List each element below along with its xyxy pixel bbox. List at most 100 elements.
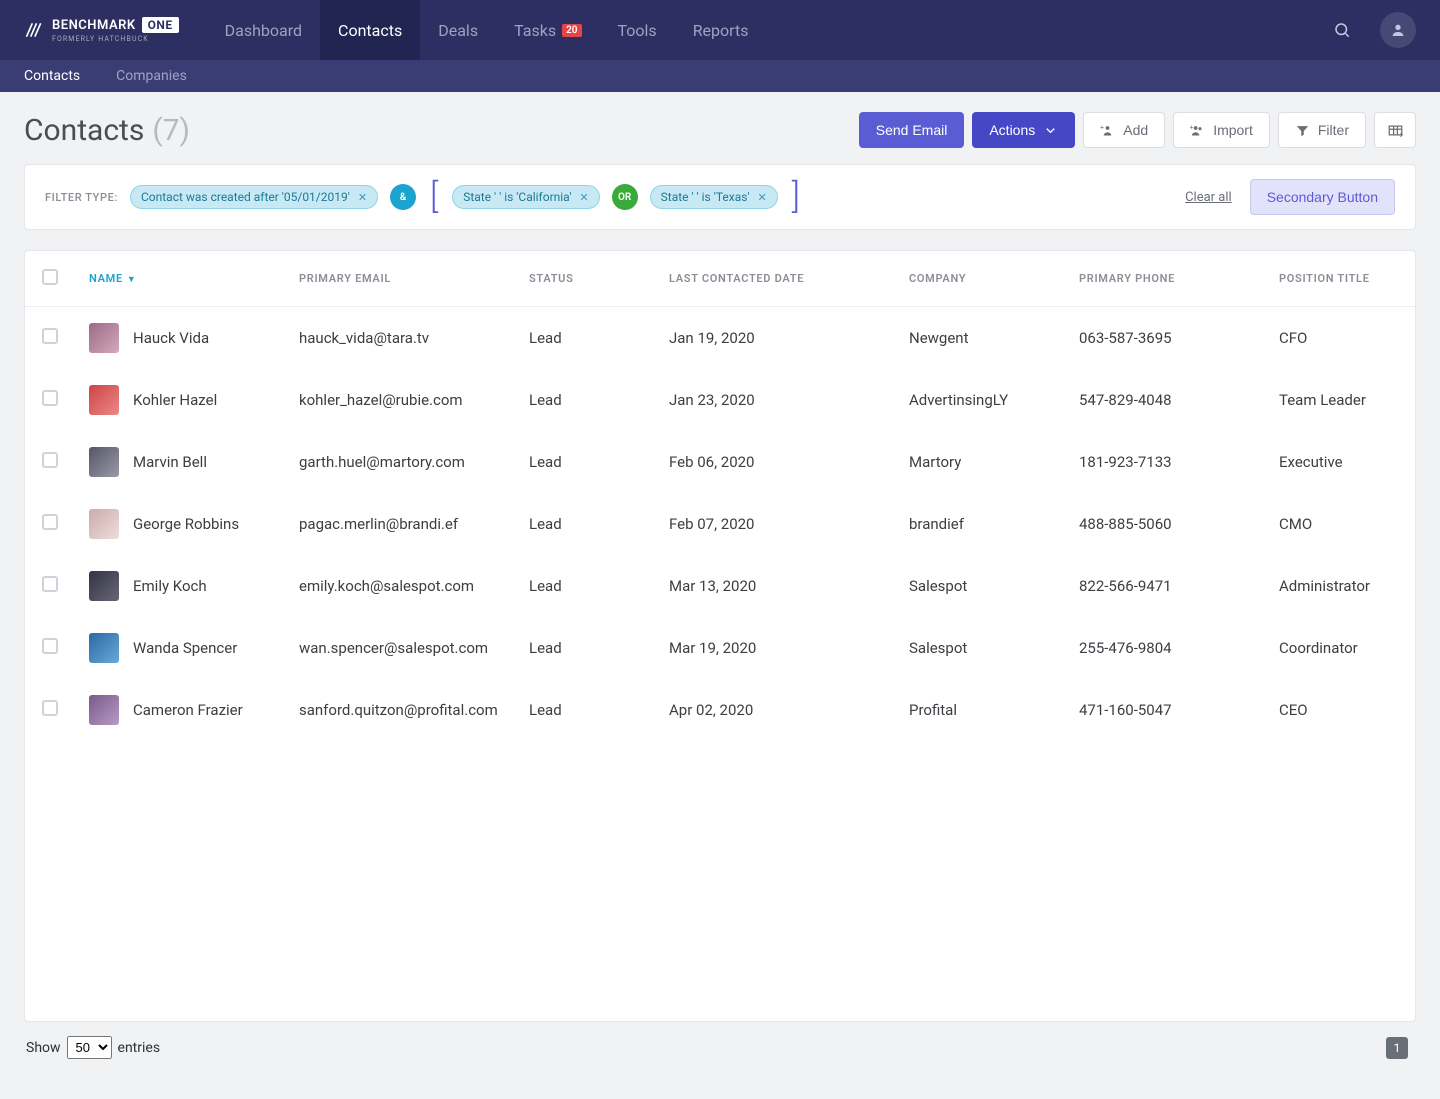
page-count: (7) (152, 113, 190, 148)
contact-email: pagac.merlin@brandi.ef (285, 493, 515, 555)
select-all-checkbox[interactable] (42, 269, 58, 285)
contact-status: Lead (515, 617, 655, 679)
table-row[interactable]: Wanda Spencerwan.spencer@salespot.comLea… (25, 617, 1415, 679)
contact-email: garth.huel@martory.com (285, 431, 515, 493)
filter-chip-label: State ' ' is 'Texas' (661, 190, 750, 204)
page-header: Contacts (7) Send Email Actions + Add + … (24, 112, 1416, 148)
brand-tagline: FORMERLY HATCHBUCK (52, 35, 179, 43)
table-row[interactable]: Marvin Bellgarth.huel@martory.comLeadFeb… (25, 431, 1415, 493)
close-icon[interactable]: ✕ (579, 191, 588, 204)
nav-items: DashboardContactsDealsTasks20ToolsReport… (207, 0, 767, 60)
brand-logo[interactable]: BENCHMARK ONE FORMERLY HATCHBUCK (24, 17, 179, 43)
table-row[interactable]: Cameron Frazier sanford.quitzon@profital.… (25, 679, 1415, 741)
page-size-select[interactable]: 50 (67, 1036, 112, 1059)
filter-chip-label: Contact was created after '05/01/2019' (141, 190, 350, 204)
avatar (89, 633, 119, 663)
add-button[interactable]: + Add (1083, 112, 1165, 148)
row-checkbox[interactable] (42, 390, 58, 406)
search-icon[interactable] (1324, 12, 1360, 48)
import-people-icon: + (1190, 123, 1205, 138)
contact-position: CFO (1265, 307, 1415, 370)
contact-name: George Robbins (133, 515, 239, 533)
contact-phone: 822-566-9471 (1065, 555, 1265, 617)
contact-company: Profital (895, 679, 1065, 741)
nav-item-deals[interactable]: Deals (420, 0, 496, 60)
contact-company: Newgent (895, 307, 1065, 370)
operator-or[interactable]: OR (612, 184, 638, 210)
columns-button[interactable] (1374, 112, 1416, 148)
column-header-status[interactable]: STATUS (515, 251, 655, 307)
nav-item-contacts[interactable]: Contacts (320, 0, 420, 60)
contact-company: Salespot (895, 555, 1065, 617)
brand-name: BENCHMARK (52, 18, 136, 33)
contact-status: Lead (515, 307, 655, 370)
contact-position: CEO (1265, 679, 1415, 741)
column-header-name[interactable]: NAME▼ (75, 251, 285, 307)
contact-name: Hauck Vida (133, 329, 209, 347)
filter-chip-state-ca[interactable]: State ' ' is 'California' ✕ (452, 185, 599, 209)
top-nav: BENCHMARK ONE FORMERLY HATCHBUCK Dashboa… (0, 0, 1440, 60)
row-checkbox[interactable] (42, 576, 58, 592)
nav-item-dashboard[interactable]: Dashboard (207, 0, 320, 60)
table-footer: Show 50 entries 1 (24, 1022, 1416, 1079)
show-label: Show (26, 1040, 61, 1056)
row-checkbox[interactable] (42, 638, 58, 654)
nav-item-tasks[interactable]: Tasks20 (496, 0, 599, 60)
column-header-phone[interactable]: PRIMARY PHONE (1065, 251, 1265, 307)
contact-phone: 547-829-4048 (1065, 369, 1265, 431)
filter-chip-created[interactable]: Contact was created after '05/01/2019' ✕ (130, 185, 378, 209)
table-row[interactable]: Kohler Hazelkohler_hazel@rubie.comLeadJa… (25, 369, 1415, 431)
contact-email: sanford.quitzon@profital.com (285, 679, 515, 741)
operator-and[interactable]: & (390, 184, 416, 210)
nav-badge: 20 (562, 24, 581, 37)
column-header-last-contacted[interactable]: LAST CONTACTED DATE (655, 251, 895, 307)
row-checkbox[interactable] (42, 452, 58, 468)
contacts-table: NAME▼ PRIMARY EMAIL STATUS LAST CONTACTE… (24, 250, 1416, 1022)
add-person-icon: + (1100, 123, 1115, 138)
nav-item-tools[interactable]: Tools (600, 0, 675, 60)
actions-dropdown-button[interactable]: Actions (972, 112, 1075, 148)
contact-last-date: Feb 06, 2020 (655, 431, 895, 493)
nav-item-reports[interactable]: Reports (675, 0, 767, 60)
filter-button[interactable]: Filter (1278, 112, 1366, 148)
contact-company: AdvertinsingLY (895, 369, 1065, 431)
close-icon[interactable]: ✕ (358, 191, 367, 204)
contact-phone: 255-476-9804 (1065, 617, 1265, 679)
row-checkbox[interactable] (42, 514, 58, 530)
entries-label: entries (118, 1040, 161, 1056)
sub-nav: Contacts Companies (0, 60, 1440, 92)
user-menu-icon[interactable] (1380, 12, 1416, 48)
secondary-button[interactable]: Secondary Button (1250, 179, 1395, 215)
contact-company: Salespot (895, 617, 1065, 679)
table-row[interactable]: Emily Kochemily.koch@salespot.comLeadMar… (25, 555, 1415, 617)
contact-status: Lead (515, 493, 655, 555)
contact-email: hauck_vida@tara.tv (285, 307, 515, 370)
table-columns-icon (1388, 123, 1403, 138)
contact-status: Lead (515, 369, 655, 431)
page-number[interactable]: 1 (1386, 1037, 1408, 1059)
subnav-item-contacts[interactable]: Contacts (24, 68, 80, 84)
contact-position: Coordinator (1265, 617, 1415, 679)
filter-chip-state-tx[interactable]: State ' ' is 'Texas' ✕ (650, 185, 778, 209)
close-icon[interactable]: ✕ (758, 191, 767, 204)
page-title: Contacts (24, 113, 144, 148)
contact-name: Cameron Frazier (133, 701, 243, 719)
column-header-email[interactable]: PRIMARY EMAIL (285, 251, 515, 307)
table-row[interactable]: Hauck Vidahauck_vida@tara.tvLeadJan 19, … (25, 307, 1415, 370)
column-header-company[interactable]: COMPANY (895, 251, 1065, 307)
brand-suffix: ONE (142, 17, 179, 33)
row-checkbox[interactable] (42, 328, 58, 344)
import-button[interactable]: + Import (1173, 112, 1270, 148)
clear-all-link[interactable]: Clear all (1185, 190, 1232, 205)
subnav-item-companies[interactable]: Companies (116, 68, 187, 84)
contact-status: Lead (515, 431, 655, 493)
contact-phone: 488-885-5060 (1065, 493, 1265, 555)
column-header-position[interactable]: POSITION TITLE (1265, 251, 1415, 307)
table-row[interactable]: George Robbins pagac.merlin@brandi.efLead… (25, 493, 1415, 555)
contact-email: kohler_hazel@rubie.com (285, 369, 515, 431)
table-empty-space (25, 741, 1415, 1021)
logo-mark-icon (24, 20, 44, 40)
contact-position: Team Leader (1265, 369, 1415, 431)
send-email-button[interactable]: Send Email (859, 112, 965, 148)
row-checkbox[interactable] (42, 700, 58, 716)
